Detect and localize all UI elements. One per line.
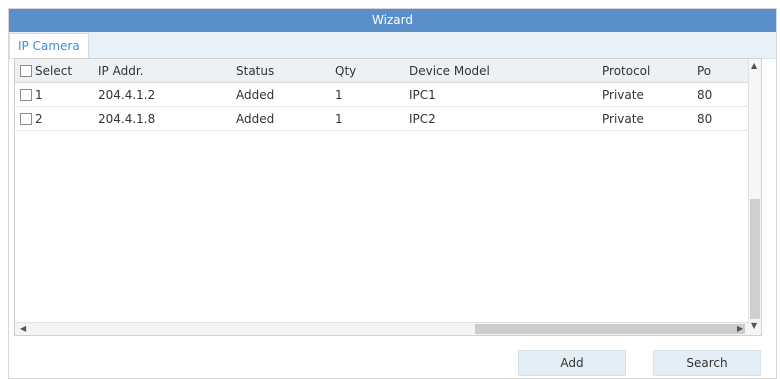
device-table-area: Select IP Addr. Status Qty Device Model … (14, 58, 762, 336)
protocol-cell: Private (602, 111, 644, 126)
column-header-port[interactable]: Po (692, 59, 751, 83)
row-checkbox[interactable] (20, 113, 32, 125)
qty-cell: 1 (335, 87, 343, 102)
row-select-cell[interactable]: 2 (15, 107, 93, 131)
tab-ip-camera[interactable]: IP Camera (9, 33, 89, 58)
vertical-scrollbar[interactable]: ▲ ▼ (748, 59, 761, 335)
ip-cell: 204.4.1.8 (98, 111, 156, 126)
column-header-qty[interactable]: Qty (330, 59, 404, 83)
column-header-ip[interactable]: IP Addr. (93, 59, 231, 83)
vertical-scroll-thumb[interactable] (750, 199, 760, 319)
column-header-protocol[interactable]: Protocol (597, 59, 692, 83)
row-checkbox[interactable] (20, 89, 32, 101)
scroll-down-arrow-icon[interactable]: ▼ (751, 321, 757, 330)
select-all-checkbox[interactable] (20, 65, 32, 77)
row-index: 2 (35, 111, 43, 126)
qty-cell: 1 (335, 111, 343, 126)
device-table: Select IP Addr. Status Qty Device Model … (15, 59, 751, 131)
row-select-cell[interactable]: 1 (15, 83, 93, 107)
column-header-status[interactable]: Status (231, 59, 330, 83)
port-cell: 80 (697, 111, 713, 126)
select-header-label: Select (35, 63, 73, 78)
scroll-up-arrow-icon[interactable]: ▲ (751, 61, 757, 70)
search-button[interactable]: Search (653, 350, 761, 376)
horizontal-scrollbar[interactable]: ◀ ▶ (15, 322, 749, 335)
add-button[interactable]: Add (518, 350, 626, 376)
column-header-model[interactable]: Device Model (404, 59, 597, 83)
tab-strip: IP Camera (9, 32, 776, 59)
window-title: Wizard (9, 9, 776, 32)
table-row[interactable]: 2 204.4.1.8 Added 1 IPC2 Private 80 (15, 107, 751, 131)
status-cell: Added (236, 111, 275, 126)
select-all-header[interactable]: Select (15, 59, 93, 83)
status-cell: Added (236, 87, 275, 102)
table-header-row: Select IP Addr. Status Qty Device Model … (15, 59, 751, 83)
model-cell: IPC1 (409, 87, 436, 102)
scroll-left-arrow-icon[interactable]: ◀ (20, 324, 26, 333)
scroll-right-arrow-icon[interactable]: ▶ (737, 324, 743, 333)
protocol-cell: Private (602, 87, 644, 102)
port-cell: 80 (697, 87, 713, 102)
ip-cell: 204.4.1.2 (98, 87, 156, 102)
table-row[interactable]: 1 204.4.1.2 Added 1 IPC1 Private 80 (15, 83, 751, 107)
row-index: 1 (35, 87, 43, 102)
model-cell: IPC2 (409, 111, 436, 126)
horizontal-scroll-thumb[interactable] (475, 324, 745, 334)
